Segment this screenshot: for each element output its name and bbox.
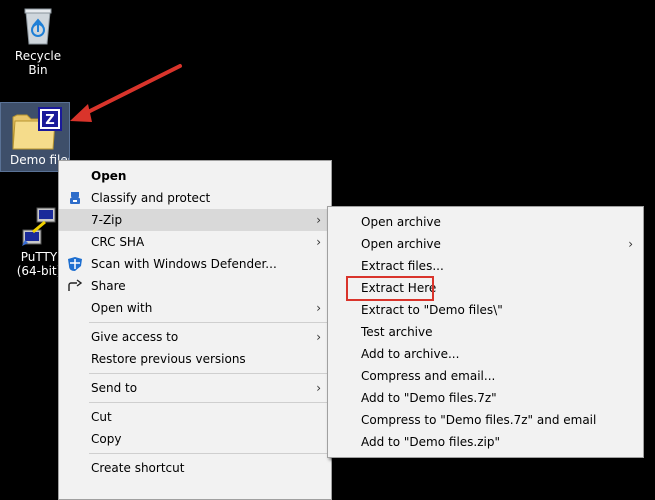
- zip-folder-icon: Z: [12, 107, 62, 150]
- submenu-chevron-right-icon: ›: [316, 235, 321, 249]
- share-icon: [68, 279, 83, 291]
- submenu-item-extract-to-folder[interactable]: Extract to "Demo files\": [328, 299, 643, 321]
- menu-separator: [89, 322, 329, 323]
- menu-item-7-zip[interactable]: 7-Zip ›: [59, 209, 331, 231]
- menu-item-give-access-to[interactable]: Give access to ›: [59, 326, 331, 348]
- svg-text:Z: Z: [45, 113, 54, 128]
- menu-item-scan-windows-defender[interactable]: Scan with Windows Defender...: [59, 253, 331, 275]
- recycle-bin-icon: [24, 8, 52, 45]
- menu-item-cut[interactable]: Cut: [59, 406, 331, 428]
- classify-protect-icon: [70, 192, 80, 204]
- 7-zip-submenu: Open archive Open archive › Extract file…: [327, 206, 644, 471]
- menu-separator: [89, 402, 329, 403]
- submenu-item-add-to-7z[interactable]: Add to "Demo files.7z": [328, 387, 643, 409]
- menu-separator: [89, 453, 329, 454]
- menu-item-share[interactable]: Share: [59, 275, 331, 297]
- submenu-item-extract-files[interactable]: Extract files...: [328, 255, 643, 277]
- menu-item-open[interactable]: Open: [59, 165, 331, 187]
- submenu-chevron-right-icon: ›: [316, 330, 321, 344]
- submenu-item-compress-and-email[interactable]: Compress and email...: [328, 365, 643, 387]
- submenu-item-add-to-zip[interactable]: Add to "Demo files.zip": [328, 431, 643, 453]
- submenu-chevron-right-icon: ›: [316, 381, 321, 395]
- menu-item-send-to[interactable]: Send to ›: [59, 377, 331, 399]
- submenu-item-open-archive-more[interactable]: Open archive ›: [328, 233, 643, 255]
- menu-item-create-shortcut[interactable]: Create shortcut: [59, 457, 331, 479]
- menu-item-classify-and-protect[interactable]: Classify and protect: [59, 187, 331, 209]
- putty-icon: [22, 207, 56, 246]
- windows-defender-shield-icon: [68, 257, 82, 271]
- annotation-highlight-box: [346, 276, 434, 301]
- submenu-item-compress-7z-email[interactable]: Compress to "Demo files.7z" and email: [328, 409, 643, 431]
- menu-item-crc-sha[interactable]: CRC SHA ›: [59, 231, 331, 253]
- recycle-bin-desktop-icon[interactable]: Recycle Bin: [4, 6, 72, 77]
- submenu-chevron-right-icon: ›: [628, 237, 633, 251]
- recycle-bin-label: Recycle Bin: [14, 49, 62, 77]
- submenu-item-open-archive[interactable]: Open archive: [328, 211, 643, 233]
- submenu-chevron-right-icon: ›: [316, 213, 321, 227]
- menu-separator: [89, 373, 329, 374]
- submenu-item-compress-zip-email[interactable]: Compress to "Demo files.zip" and email: [328, 453, 643, 475]
- context-menu: Open Classify and protect 7-Zip › CRC SH…: [58, 160, 332, 500]
- menu-item-open-with[interactable]: Open with ›: [59, 297, 331, 319]
- submenu-item-test-archive[interactable]: Test archive: [328, 321, 643, 343]
- menu-item-restore-previous-versions[interactable]: Restore previous versions: [59, 348, 331, 370]
- menu-item-copy[interactable]: Copy: [59, 428, 331, 450]
- submenu-chevron-right-icon: ›: [316, 301, 321, 315]
- submenu-item-add-to-archive[interactable]: Add to archive...: [328, 343, 643, 365]
